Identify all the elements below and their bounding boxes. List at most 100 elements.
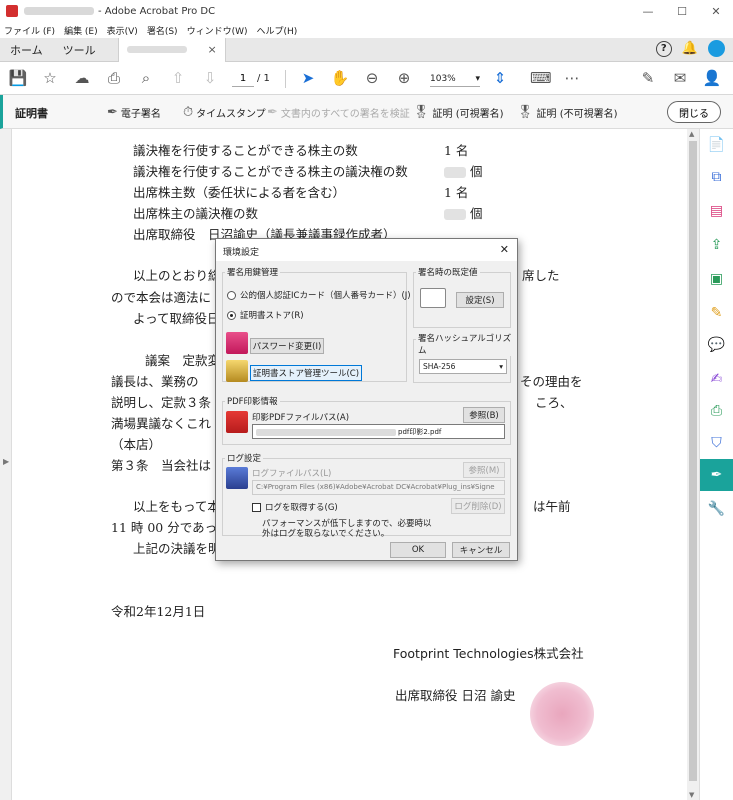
timestamp-label: タイムスタンプ: [196, 109, 266, 120]
tab-tools[interactable]: ツール: [53, 42, 106, 58]
log-enable-checkbox[interactable]: ログを取得する(G): [252, 501, 338, 513]
doc-line: 以上をもって本: [133, 499, 220, 514]
doc-line: 上記の決議を明: [133, 541, 221, 556]
export-pdf-icon[interactable]: ⇪: [700, 229, 733, 261]
select-cursor-icon[interactable]: ➤: [298, 69, 318, 87]
fit-page-icon[interactable]: ⇕: [490, 69, 510, 87]
scroll-down-icon[interactable]: ▼: [689, 791, 694, 799]
hand-tool-icon[interactable]: ✋: [330, 69, 350, 87]
radio-button[interactable]: [227, 290, 236, 300]
radio-cert-store[interactable]: 証明書ストア(R): [227, 309, 304, 321]
protect-shield-icon[interactable]: ⛉: [700, 427, 733, 459]
blurred-doc-name: [126, 46, 187, 53]
zoom-select[interactable]: 103% ▾: [430, 71, 480, 87]
doc-line: 11 時 00 分であっ: [111, 520, 218, 535]
cert-ribbon-icon: 🎖: [517, 105, 534, 120]
sign-icon[interactable]: ✍: [700, 363, 733, 395]
browse-pdf-button[interactable]: 参照(B): [463, 407, 505, 423]
pdf-file-icon: [226, 411, 248, 433]
browse-log-button[interactable]: 参照(M): [463, 462, 505, 478]
toolbar-divider: [285, 70, 286, 88]
scroll-up-icon[interactable]: ▲: [689, 130, 694, 138]
doc-value: 1 名: [444, 143, 469, 158]
page-total: / 1: [257, 73, 270, 84]
log-path-input[interactable]: C:¥Program Files (x86)¥Adobe¥Acrobat DC¥…: [252, 480, 505, 495]
organize-pages-icon[interactable]: ▤: [700, 195, 733, 227]
tab-home[interactable]: ホーム: [0, 42, 53, 58]
invisible-cert-tool[interactable]: 🎖 証明 (不可視署名): [517, 105, 618, 120]
menu-help[interactable]: ヘルプ(H): [257, 24, 298, 37]
verify-all-tool[interactable]: ✒ 文書内のすべての署名を検証: [267, 105, 410, 120]
comment-icon[interactable]: 💬: [700, 329, 733, 361]
fill-sign-icon[interactable]: ✎: [638, 69, 658, 87]
delete-log-button[interactable]: ログ削除(D): [451, 498, 505, 514]
print-production-icon[interactable]: ⎙: [700, 395, 733, 427]
log-enable-label: ログを取得する(G): [265, 503, 338, 513]
email-icon[interactable]: ✉: [670, 69, 690, 87]
hash-algorithm-select[interactable]: SHA-256 ▾: [419, 359, 507, 374]
notification-bell-icon[interactable]: 🔔: [682, 41, 698, 56]
menu-window[interactable]: ウィンドウ(W): [187, 24, 248, 37]
checkbox-box[interactable]: [252, 502, 261, 512]
timestamp-tool[interactable]: ⏱ タイムスタンプ: [183, 105, 266, 120]
doc-company: Footprint Technologies株式会社: [393, 646, 584, 661]
window-controls: — ☐ ✕: [631, 0, 733, 22]
next-page-icon[interactable]: ⇩: [200, 69, 220, 87]
minimize-button[interactable]: —: [631, 0, 665, 22]
cert-store-manager-button[interactable]: 証明書ストア管理ツール(C): [250, 365, 362, 381]
certificates-icon[interactable]: ✒: [700, 459, 733, 491]
visible-cert-tool[interactable]: 🎖 証明 (可視署名): [413, 105, 504, 120]
more-options-icon[interactable]: ⋯: [562, 69, 582, 87]
document-scrollbar[interactable]: ▲ ▼: [687, 129, 699, 800]
radio-button-selected[interactable]: [227, 310, 236, 320]
add-user-icon[interactable]: 👤: [702, 69, 722, 87]
sign-settings-button[interactable]: 設定(S): [456, 292, 504, 308]
ok-button[interactable]: OK: [390, 542, 446, 558]
right-tools-panel: 📄 ⧉ ▤ ⇪ ▣ ✎ 💬 ✍ ⎙ ⛉ ✒ 🔧: [699, 129, 733, 800]
search-zoom-icon[interactable]: ⌕: [136, 69, 156, 87]
bookmark-star-icon[interactable]: ☆: [40, 69, 60, 87]
doc-line: 説明し、定款３条: [111, 395, 212, 410]
keyboard-scroll-icon[interactable]: ⌨: [530, 69, 552, 87]
account-avatar[interactable]: [708, 40, 725, 57]
close-window-button[interactable]: ✕: [699, 0, 733, 22]
sign-default-icon: [420, 288, 446, 308]
zoom-value: 103%: [430, 73, 456, 84]
doc-line: 出席株主数（委任状による者を含む）: [133, 185, 346, 200]
prev-page-icon[interactable]: ⇧: [168, 69, 188, 87]
doc-line: 第３条 当会社は: [111, 458, 212, 473]
blurred-path: [256, 428, 396, 436]
menu-sign[interactable]: 署名(S): [147, 24, 178, 37]
edit-pdf-icon[interactable]: ▣: [700, 263, 733, 295]
upload-cloud-icon[interactable]: ☁: [72, 69, 92, 87]
menu-file[interactable]: ファイル (F): [4, 24, 55, 37]
digital-sign-tool[interactable]: ✒ 電子署名: [107, 105, 161, 120]
create-pdf-icon[interactable]: 📄: [700, 129, 733, 161]
fill-form-icon[interactable]: ✎: [700, 297, 733, 329]
dialog-close-icon[interactable]: ✕: [500, 243, 509, 256]
close-tab-icon[interactable]: ×: [207, 43, 216, 56]
combine-files-icon[interactable]: ⧉: [700, 161, 733, 193]
cert-toolbar-title: 証明書: [15, 107, 48, 120]
menu-view[interactable]: 表示(V): [107, 24, 138, 37]
maximize-button[interactable]: ☐: [665, 0, 699, 22]
save-icon[interactable]: 💾: [8, 69, 28, 87]
print-icon[interactable]: ⎙: [104, 69, 124, 87]
pdf-path-input[interactable]: pdf印影2.pdf: [252, 424, 505, 439]
visible-cert-label: 証明 (可視署名): [432, 109, 504, 120]
cancel-button[interactable]: キャンセル: [452, 542, 510, 558]
close-cert-toolbar-button[interactable]: 閉じる: [667, 101, 721, 123]
pdf-path-label: 印影PDFファイルパス(A): [252, 413, 350, 423]
zoom-in-icon[interactable]: ⊕: [394, 69, 414, 87]
radio-mynumber-card[interactable]: 公的個人認証ICカード（個人番号カード）(J): [227, 289, 411, 301]
more-tools-icon[interactable]: 🔧: [700, 493, 733, 525]
left-panel-toggle[interactable]: ▶: [0, 129, 12, 800]
zoom-out-icon[interactable]: ⊖: [362, 69, 382, 87]
log-path-label: ログファイルパス(L): [252, 469, 332, 479]
change-password-button[interactable]: パスワード変更(I): [250, 338, 324, 354]
page-number-input[interactable]: [232, 71, 254, 87]
menu-edit[interactable]: 編集 (E): [64, 24, 98, 37]
help-icon[interactable]: ?: [655, 40, 672, 57]
document-tab[interactable]: ×: [117, 37, 226, 62]
scrollbar-thumb[interactable]: [689, 141, 697, 781]
